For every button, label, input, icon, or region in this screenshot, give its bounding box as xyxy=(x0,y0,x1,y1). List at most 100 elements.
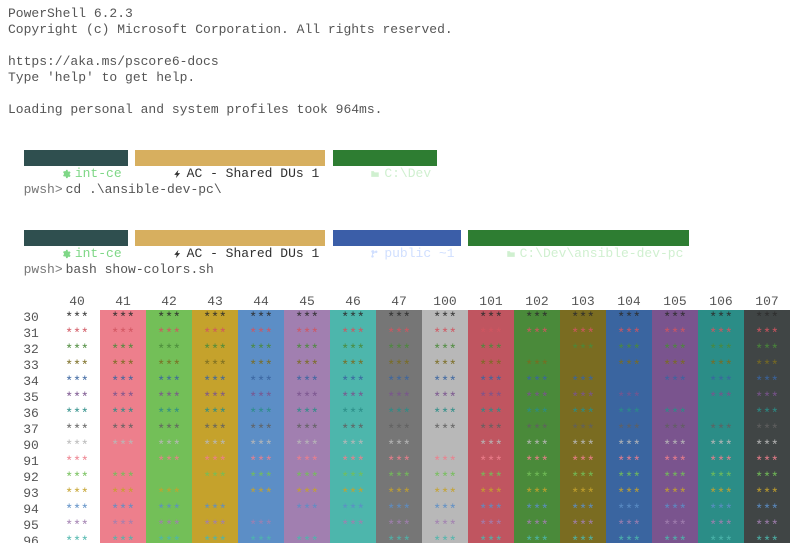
segment-context-label: int-ce xyxy=(75,246,122,261)
color-grid-cell: *** xyxy=(652,342,698,358)
color-grid-body: 30**************************************… xyxy=(8,310,790,543)
color-grid-cell: *** xyxy=(744,438,790,454)
color-grid-cell: *** xyxy=(284,342,330,358)
color-grid-cell: *** xyxy=(468,518,514,534)
color-grid-cell: *** xyxy=(698,534,744,543)
color-grid-cell: *** xyxy=(468,502,514,518)
color-grid-cell: *** xyxy=(192,422,238,438)
color-grid-row-header: 30 xyxy=(8,310,54,326)
header-copyright: Copyright (c) Microsoft Corporation. All… xyxy=(8,22,804,38)
color-grid-cell: *** xyxy=(146,374,192,390)
color-grid-row: 33**************************************… xyxy=(8,358,790,374)
color-grid-cell: *** xyxy=(100,406,146,422)
segment-context: int-ce xyxy=(24,150,128,166)
color-grid-row: 30**************************************… xyxy=(8,310,790,326)
color-grid-cell: *** xyxy=(192,454,238,470)
color-grid-cell: *** xyxy=(606,502,652,518)
color-grid-cell: *** xyxy=(514,310,560,326)
color-grid-col-header: 100 xyxy=(422,294,468,310)
color-grid-cell: *** xyxy=(100,518,146,534)
color-grid-cell: *** xyxy=(744,502,790,518)
color-grid-row: 93**************************************… xyxy=(8,486,790,502)
color-grid-cell: *** xyxy=(744,406,790,422)
color-grid-cell: *** xyxy=(330,502,376,518)
color-grid-cell: *** xyxy=(744,342,790,358)
color-grid-cell: *** xyxy=(146,438,192,454)
color-grid-cell: *** xyxy=(330,326,376,342)
color-grid-cell: *** xyxy=(100,486,146,502)
color-grid-cell: *** xyxy=(652,486,698,502)
color-grid-cell: *** xyxy=(606,518,652,534)
color-grid-cell: *** xyxy=(422,310,468,326)
color-grid-cell: *** xyxy=(698,518,744,534)
color-grid-cell: *** xyxy=(422,454,468,470)
color-grid-row-header: 94 xyxy=(8,502,54,518)
color-grid-cell: *** xyxy=(284,310,330,326)
color-grid-cell: *** xyxy=(422,358,468,374)
color-grid-col-header: 43 xyxy=(192,294,238,310)
color-grid-cell: *** xyxy=(192,502,238,518)
color-grid-cell: *** xyxy=(146,406,192,422)
color-grid-cell: *** xyxy=(376,518,422,534)
color-grid-cell: *** xyxy=(54,454,100,470)
color-grid-col-header: 44 xyxy=(238,294,284,310)
color-grid-cell: *** xyxy=(330,422,376,438)
color-grid-cell: *** xyxy=(698,326,744,342)
color-grid-cell: *** xyxy=(192,374,238,390)
color-grid-row-header: 32 xyxy=(8,342,54,358)
color-grid-cell: *** xyxy=(514,454,560,470)
color-grid-cell: *** xyxy=(422,390,468,406)
color-grid-cell: *** xyxy=(698,438,744,454)
color-grid-cell: *** xyxy=(238,454,284,470)
color-grid-cell: *** xyxy=(514,518,560,534)
color-grid-cell: *** xyxy=(652,310,698,326)
color-grid-cell: *** xyxy=(238,518,284,534)
color-grid-cell: *** xyxy=(468,438,514,454)
header-help: Type 'help' to get help. xyxy=(8,70,804,86)
color-grid-cell: *** xyxy=(376,326,422,342)
color-grid-cell: *** xyxy=(468,358,514,374)
color-grid-cell: *** xyxy=(468,390,514,406)
color-grid-cell: *** xyxy=(192,310,238,326)
bolt-icon xyxy=(173,249,183,259)
segment-azure: AC - Shared DUs 1 xyxy=(135,150,325,166)
folder-icon xyxy=(370,169,380,179)
color-grid-cell: *** xyxy=(330,454,376,470)
divider xyxy=(325,150,333,165)
color-grid-cell: *** xyxy=(238,406,284,422)
color-grid-row: 94**************************************… xyxy=(8,502,790,518)
color-grid-col-header: 106 xyxy=(698,294,744,310)
color-grid-col-header: 103 xyxy=(560,294,606,310)
color-grid-cell: *** xyxy=(284,438,330,454)
color-grid-cell: *** xyxy=(606,406,652,422)
color-grid-cell: *** xyxy=(422,326,468,342)
color-grid-cell: *** xyxy=(606,390,652,406)
color-grid-cell: *** xyxy=(54,470,100,486)
color-grid-cell: *** xyxy=(100,470,146,486)
color-grid-cell: *** xyxy=(54,534,100,543)
color-grid-cell: *** xyxy=(422,406,468,422)
spacer xyxy=(8,38,804,54)
color-grid-cell xyxy=(192,486,238,502)
color-grid-col-header: 105 xyxy=(652,294,698,310)
color-grid-cell: *** xyxy=(468,454,514,470)
command-text: cd .\ansible-dev-pc\ xyxy=(66,182,222,197)
color-grid-cell: *** xyxy=(284,326,330,342)
color-grid-cell: *** xyxy=(54,406,100,422)
color-grid-cell: *** xyxy=(376,406,422,422)
color-grid-cell: *** xyxy=(652,534,698,543)
color-grid-cell xyxy=(514,342,560,358)
color-grid-cell: *** xyxy=(652,406,698,422)
color-grid-cell: *** xyxy=(54,326,100,342)
color-grid-cell: *** xyxy=(146,358,192,374)
segment-context-label: int-ce xyxy=(75,166,122,181)
color-grid-cell: *** xyxy=(560,534,606,543)
color-grid-cell: *** xyxy=(376,502,422,518)
color-grid-cell: *** xyxy=(146,518,192,534)
color-grid-cell: *** xyxy=(284,358,330,374)
color-grid-row: 90**************************************… xyxy=(8,438,790,454)
color-grid-cell: *** xyxy=(376,534,422,543)
color-grid-cell: *** xyxy=(514,390,560,406)
color-grid-cell: *** xyxy=(606,310,652,326)
color-grid-cell: *** xyxy=(698,454,744,470)
